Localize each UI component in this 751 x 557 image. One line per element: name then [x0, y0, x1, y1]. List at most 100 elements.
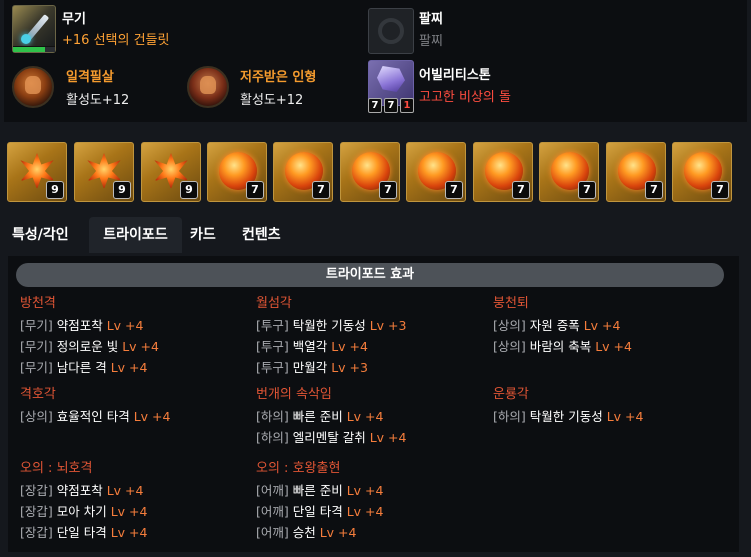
gem-level: 7 — [246, 181, 264, 199]
tripod-item: [투구] 탁월한 기동성 Lv +3 — [256, 315, 406, 334]
tripod-item-level: Lv +4 — [133, 409, 171, 424]
tab-contents[interactable]: 컨텐츠 — [242, 217, 281, 253]
tripod-item-level: Lv +4 — [346, 409, 384, 424]
tripod-item-skill: 모아 차기 — [56, 504, 111, 519]
tripod-header: 트라이포드 효과 — [16, 263, 724, 287]
ability-stone-icon — [377, 66, 405, 92]
gem-slot[interactable]: 9 — [7, 142, 67, 202]
tripod-item-skill: 약점포착 — [56, 483, 107, 498]
gem-slot[interactable]: 7 — [606, 142, 666, 202]
tripod-item-skill: 정의로운 빛 — [56, 339, 123, 354]
tripod-item-slot: [장갑] — [20, 504, 57, 519]
tripod-item-skill: 빠른 준비 — [292, 409, 347, 424]
tripod-item-level: Lv +4 — [346, 483, 384, 498]
tripod-item-slot: [상의] — [493, 318, 530, 333]
gem-slot[interactable]: 9 — [141, 142, 201, 202]
gem-level: 7 — [711, 181, 729, 199]
tripod-skill-title: 오의 : 호왕출현 — [256, 461, 341, 476]
gem-level: 7 — [578, 181, 596, 199]
tripod-item-level: Lv +4 — [319, 525, 357, 540]
tripod-item: [무기] 남다른 격 Lv +4 — [20, 357, 147, 376]
tripod-item-slot: [하의] — [493, 409, 530, 424]
tripod-item: [하의] 빠른 준비 Lv +4 — [256, 406, 383, 425]
tripod-item-slot: [장갑] — [20, 483, 57, 498]
tripod-item-skill: 탁월한 기동성 — [529, 409, 607, 424]
tripod-item-skill: 단일 타격 — [292, 504, 347, 519]
engraving-icon-2[interactable] — [187, 66, 229, 108]
engraving-name-2: 저주받은 인형 — [240, 70, 317, 85]
gem-level: 9 — [46, 181, 64, 199]
bracelet-slot[interactable] — [368, 8, 414, 54]
tripod-item: [투구] 백열각 Lv +4 — [256, 336, 368, 355]
tripod-item: [상의] 효율적인 타격 Lv +4 — [20, 406, 170, 425]
tab-tripods[interactable]: 트라이포드 — [89, 217, 182, 253]
gem-level: 7 — [312, 181, 330, 199]
tab-engravings[interactable]: 특성/각인 — [12, 217, 69, 253]
tripod-item-slot: [하의] — [256, 430, 293, 445]
engraving-activation-2: 활성도+12 — [240, 93, 304, 108]
tripod-item: [투구] 만월각 Lv +3 — [256, 357, 368, 376]
tripod-item-slot: [투구] — [256, 360, 293, 375]
tripod-item-skill: 빠른 준비 — [292, 483, 347, 498]
tripod-item: [장갑] 단일 타격 Lv +4 — [20, 522, 147, 541]
gem-level: 7 — [379, 181, 397, 199]
durability-bar — [13, 46, 55, 52]
tripod-skill-title: 운룡각 — [493, 387, 529, 402]
ability-stone-label: 어빌리티스톤 — [419, 68, 491, 83]
gem-slot[interactable]: 7 — [273, 142, 333, 202]
tab-cards[interactable]: 카드 — [190, 217, 216, 253]
gem-level: 7 — [512, 181, 530, 199]
gem-level: 7 — [645, 181, 663, 199]
stone-level-2: 7 — [384, 98, 398, 113]
tripod-skill-title: 월섬각 — [256, 296, 292, 311]
tripod-item-slot: [투구] — [256, 318, 293, 333]
tripod-item: [어깨] 승천 Lv +4 — [256, 522, 356, 541]
gem-slot[interactable]: 7 — [340, 142, 400, 202]
weapon-gem-icon — [21, 34, 31, 44]
tripod-item-skill: 만월각 — [292, 360, 332, 375]
tripod-item: [장갑] 약점포착 Lv +4 — [20, 480, 143, 499]
engraving-emblem — [25, 76, 41, 94]
bracelet-value: 팔찌 — [419, 34, 443, 49]
tripod-item: [상의] 바람의 축복 Lv +4 — [493, 336, 632, 355]
weapon-label: 무기 — [62, 12, 86, 27]
gem-level: 9 — [180, 181, 198, 199]
engraving-icon-1[interactable] — [12, 66, 54, 108]
tripod-item-slot: [어깨] — [256, 483, 293, 498]
tripod-item-slot: [무기] — [20, 318, 57, 333]
tripod-item-slot: [어깨] — [256, 525, 293, 540]
gem-slot[interactable]: 7 — [539, 142, 599, 202]
durability-fill — [13, 47, 45, 52]
tripod-item-slot: [상의] — [20, 409, 57, 424]
tripod-item: [어깨] 빠른 준비 Lv +4 — [256, 480, 383, 499]
gem-slot[interactable]: 9 — [74, 142, 134, 202]
tripod-item-skill: 효율적인 타격 — [56, 409, 134, 424]
tripod-item-level: Lv +4 — [106, 318, 144, 333]
weapon-name: +16 선택의 건들릿 — [62, 33, 170, 48]
tripod-skill-title: 번개의 속삭임 — [256, 387, 332, 402]
gem-slot[interactable]: 7 — [672, 142, 732, 202]
gem-slot[interactable]: 7 — [473, 142, 533, 202]
tripod-item-slot: [무기] — [20, 360, 57, 375]
tripod-item-level: Lv +4 — [595, 339, 632, 354]
tripod-item-level: Lv +4 — [110, 504, 148, 519]
tripod-item-level: Lv +4 — [110, 360, 148, 375]
tripod-skill-title: 격호각 — [20, 387, 56, 402]
gem-level: 9 — [113, 181, 131, 199]
bracelet-label: 팔찌 — [419, 12, 443, 27]
weapon-slot[interactable] — [12, 5, 56, 53]
tripod-item-skill: 바람의 축복 — [529, 339, 596, 354]
tripod-item: [하의] 엘리멘탈 갈취 Lv +4 — [256, 427, 406, 446]
tripod-skill-title: 붕천퇴 — [493, 296, 529, 311]
tripod-item-skill: 약점포착 — [56, 318, 107, 333]
stone-level-3: 1 — [400, 98, 414, 113]
engraving-emblem — [200, 76, 216, 94]
tripod-item-slot: [무기] — [20, 339, 57, 354]
tripod-item-slot: [장갑] — [20, 525, 57, 540]
tripod-item: [상의] 자원 증폭 Lv +4 — [493, 315, 620, 334]
stone-level-1: 7 — [368, 98, 382, 113]
tripod-item-level: Lv +4 — [106, 483, 144, 498]
bracelet-icon — [378, 18, 404, 44]
gem-slot[interactable]: 7 — [207, 142, 267, 202]
gem-slot[interactable]: 7 — [406, 142, 466, 202]
